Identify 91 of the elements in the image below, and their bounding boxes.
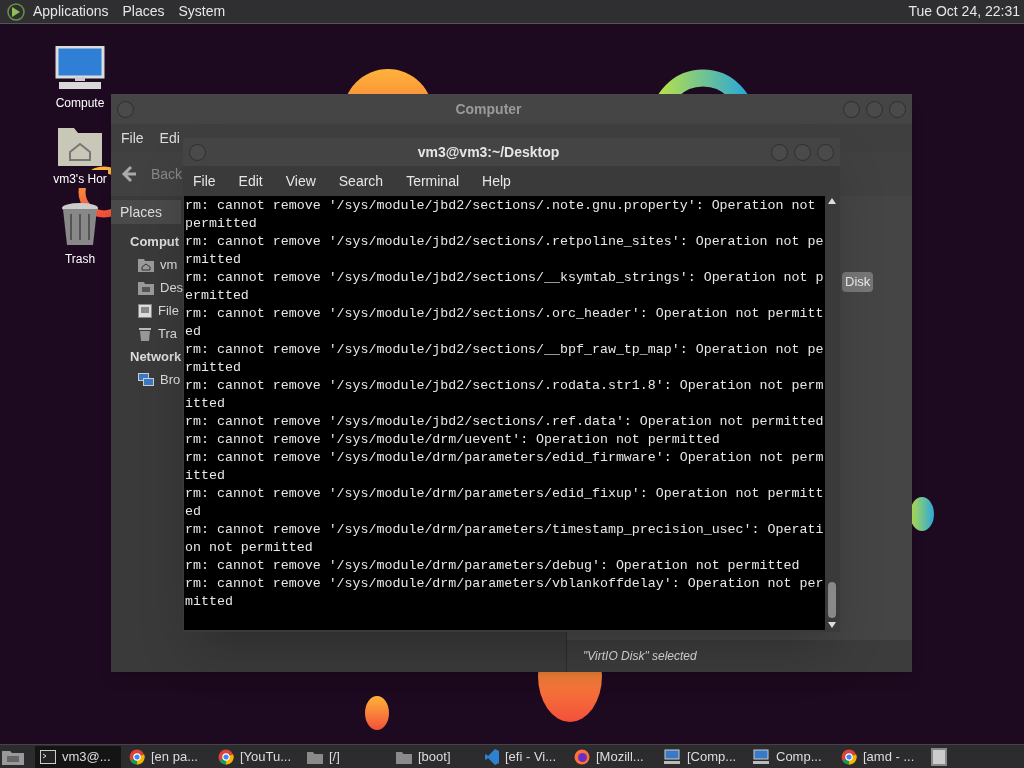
scrollbar[interactable]: [825, 196, 839, 630]
taskbar-button[interactable]: vm3@...: [35, 745, 121, 768]
desktop-icon-label[interactable]: vm3's Hor: [52, 170, 108, 188]
menu-item[interactable]: Edi: [159, 127, 180, 149]
desktop-folder-icon: [138, 280, 154, 295]
firefox-icon: [574, 748, 590, 765]
terminal-line: ermitted: [185, 287, 250, 305]
computer-icon: [752, 748, 770, 765]
close-button[interactable]: [889, 100, 906, 118]
computer-icon: [55, 46, 105, 90]
terminal-line: mitted: [185, 593, 234, 611]
taskbar-button[interactable]: [Mozill...: [569, 745, 655, 768]
sidebar-item[interactable]: vm: [160, 254, 178, 275]
window-menu-button[interactable]: [117, 100, 134, 118]
terminal-line: rm: cannot remove '/sys/module/drm/parameters/vblankoffdelay': Operation not per: [185, 575, 825, 593]
terminal-icon: [40, 749, 56, 764]
terminal-line: itted: [185, 467, 226, 485]
window-menu-button[interactable]: [189, 143, 206, 161]
panel-menu[interactable]: Places: [122, 1, 165, 22]
menu-item[interactable]: File: [193, 170, 216, 192]
window-title: Computer: [454, 99, 523, 119]
computer-icon: [663, 748, 681, 765]
clock[interactable]: Tue Oct 24, 22:31: [908, 1, 1020, 22]
minimize-button[interactable]: [843, 100, 860, 118]
taskbar-button[interactable]: [YouTu...: [213, 745, 299, 768]
terminal-line: on not permitted: [185, 539, 314, 557]
item-label[interactable]: Disk: [842, 272, 874, 292]
terminal-line: rm: cannot remove '/sys/module/jbd2/sections/.rodata.str1.8': Operation not perm: [185, 377, 825, 395]
taskbar-button[interactable]: [/]: [302, 745, 388, 768]
terminal-line: rm: cannot remove '/sys/module/jbd2/sections/__bpf_raw_tp_map': Operation not pe: [185, 341, 825, 359]
scroll-down-icon[interactable]: [828, 622, 836, 628]
menu-item[interactable]: Terminal: [406, 170, 460, 192]
terminal-line: rm: cannot remove '/sys/module/jbd2/sections/.ref.data': Operation not permitted: [185, 413, 825, 431]
menu-item[interactable]: Search: [338, 170, 384, 192]
terminal-line: rm: cannot remove '/sys/module/jbd2/sections/.orc_header': Operation not permitt: [185, 305, 825, 323]
terminal-line: rmitted: [185, 251, 242, 269]
terminal-line: rm: cannot remove '/sys/module/drm/parameters/edid_fixup': Operation not permitt: [185, 485, 825, 503]
taskbar-button[interactable]: Comp...: [747, 745, 833, 768]
scrollbar-thumb[interactable]: [828, 582, 836, 618]
menu-logo-icon[interactable]: [7, 2, 25, 21]
sidebar-item[interactable]: Bro: [160, 369, 181, 390]
terminal-line: ed: [185, 323, 202, 341]
menu-item[interactable]: Help: [482, 170, 511, 192]
terminal-line: ed: [185, 503, 202, 521]
terminal-line: rm: cannot remove '/sys/module/jbd2/sections/.note.gnu.property': Operation not: [185, 197, 817, 215]
trash-icon: [61, 202, 99, 246]
home-folder-icon: [138, 257, 154, 272]
drive-icon: [138, 303, 152, 318]
taskbar-button[interactable]: [amd - ...: [836, 745, 922, 768]
network-icon: [138, 372, 154, 387]
home-folder-icon: [58, 126, 102, 166]
sidebar-item[interactable]: Tra: [158, 323, 178, 344]
menu-item[interactable]: File: [121, 127, 144, 149]
menu-item[interactable]: View: [285, 170, 316, 192]
sidebar-item[interactable]: File: [158, 300, 179, 321]
taskbar-button[interactable]: [efi - Vi...: [480, 745, 566, 768]
panel-menu[interactable]: System: [178, 1, 226, 22]
terminal-line: rm: cannot remove '/sys/module/drm/parameters/debug': Operation not permitted: [185, 557, 801, 575]
terminal-line: rm: cannot remove '/sys/module/drm/uevent': Operation not permitted: [185, 431, 721, 449]
terminal-line: rmitted: [185, 359, 242, 377]
close-button[interactable]: [817, 143, 834, 161]
maximize-button[interactable]: [866, 100, 883, 118]
taskbar-button[interactable]: [en pa...: [124, 745, 210, 768]
maximize-button[interactable]: [794, 143, 811, 161]
terminal-line: rm: cannot remove '/sys/module/jbd2/sections/__ksymtab_strings': Operation not p: [185, 269, 825, 287]
terminal-line: rm: cannot remove '/sys/module/drm/parameters/timestamp_precision_usec': Operati: [185, 521, 825, 539]
trash-icon: [138, 326, 152, 341]
minimize-button[interactable]: [771, 143, 788, 161]
sidebar-item[interactable]: Des: [160, 277, 184, 298]
panel-menu[interactable]: Applications: [33, 1, 109, 22]
taskbar-button[interactable]: [boot]: [391, 745, 477, 768]
taskbar-button[interactable]: [Comp...: [658, 745, 744, 768]
terminal-line: permitted: [185, 215, 258, 233]
sidebar-heading: Network: [130, 347, 182, 366]
folder-icon: [307, 749, 323, 764]
code-editor-icon: [485, 748, 499, 765]
terminal-line: itted: [185, 395, 226, 413]
terminal-line: rm: cannot remove '/sys/module/drm/parameters/edid_firmware': Operation not perm: [185, 449, 825, 467]
workspace-switcher[interactable]: [931, 747, 947, 766]
browser-icon: [841, 748, 857, 765]
folder-icon: [396, 749, 412, 764]
browser-icon: [218, 748, 234, 765]
sidebar-heading: Comput: [130, 232, 180, 251]
status-bar: "VirtIO Disk" selected: [567, 640, 912, 672]
browser-icon: [129, 748, 145, 765]
scroll-up-icon[interactable]: [828, 198, 836, 204]
window-title: vm3@vm3:~/Desktop: [416, 142, 561, 162]
show-desktop-icon[interactable]: [2, 748, 24, 765]
menu-item[interactable]: Edit: [238, 170, 263, 192]
places-header[interactable]: Places: [111, 200, 181, 224]
terminal-line: rm: cannot remove '/sys/module/jbd2/sections/.retpoline_sites': Operation not pe: [185, 233, 825, 251]
